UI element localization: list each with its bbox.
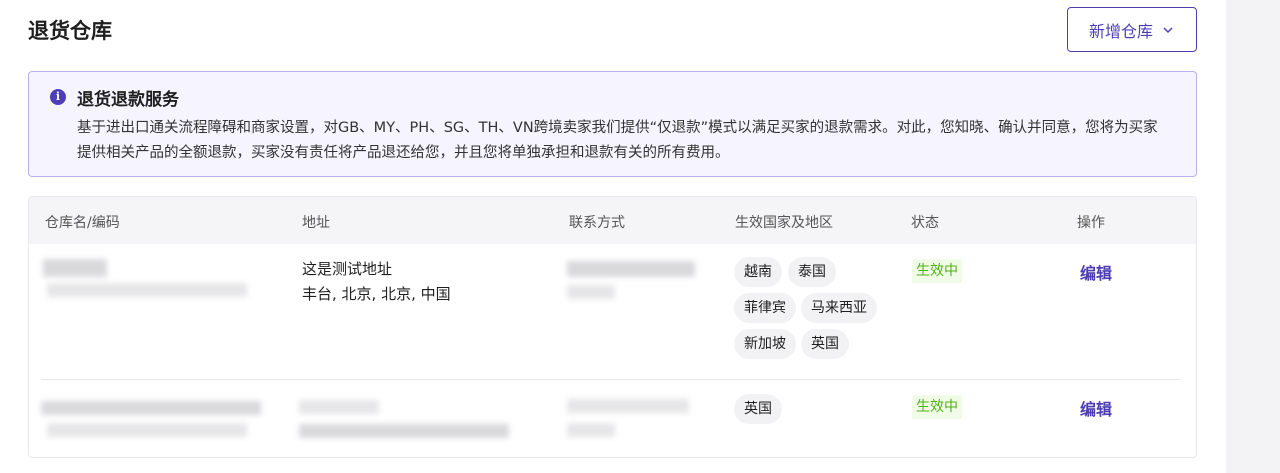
edit-link[interactable]: 编辑 — [1080, 396, 1112, 420]
redacted-contact — [567, 399, 689, 413]
redacted-warehouse-code — [47, 423, 247, 437]
redacted-warehouse-name — [41, 401, 261, 415]
region-tag: 英国 — [734, 394, 782, 424]
column-header-address: 地址 — [302, 215, 330, 231]
redacted-contact — [567, 285, 615, 299]
chevron-down-icon — [1163, 26, 1173, 33]
warehouse-table: 仓库名/编码 地址 联系方式 生效国家及地区 状态 操作 这是测试地址 丰台, … — [28, 196, 1197, 458]
row-divider — [41, 379, 1181, 380]
refund-notice-banner: i 退货退款服务 基于进出口通关流程障碍和商家设置，对GB、MY、PH、SG、T… — [28, 71, 1197, 177]
address-line: 丰台, 北京, 北京, 中国 — [302, 285, 451, 303]
return-warehouse-page: 退货仓库 新增仓库 i 退货退款服务 基于进出口通关流程障碍和商家设置，对GB、… — [0, 0, 1226, 473]
page-scroll-gutter — [1226, 0, 1280, 473]
add-warehouse-button[interactable]: 新增仓库 — [1067, 7, 1197, 52]
edit-link[interactable]: 编辑 — [1080, 260, 1112, 284]
column-header-warehouse: 仓库名/编码 — [45, 215, 120, 231]
column-header-contact: 联系方式 — [569, 215, 625, 231]
region-tag: 越南 — [734, 257, 782, 287]
info-icon: i — [50, 89, 66, 105]
region-tag: 菲律宾 — [734, 293, 796, 323]
address-line: 这是测试地址 — [302, 260, 393, 278]
redacted-address — [299, 424, 509, 438]
redacted-warehouse-code — [47, 283, 247, 297]
address-cell: 这是测试地址 丰台, 北京, 北京, 中国 — [302, 257, 451, 307]
region-tag: 新加坡 — [734, 329, 796, 359]
region-tag: 英国 — [801, 329, 849, 359]
notice-title: 退货退款服务 — [77, 90, 179, 110]
table-header: 仓库名/编码 地址 联系方式 生效国家及地区 状态 操作 — [29, 197, 1196, 244]
column-header-regions: 生效国家及地区 — [735, 215, 833, 231]
column-header-actions: 操作 — [1077, 215, 1105, 231]
notice-body: 基于进出口通关流程障碍和商家设置，对GB、MY、PH、SG、TH、VN跨境卖家我… — [77, 120, 1158, 161]
status-badge: 生效中 — [912, 395, 962, 419]
redacted-address — [299, 400, 379, 414]
redacted-contact — [567, 261, 695, 277]
region-tag: 泰国 — [788, 257, 836, 287]
add-warehouse-label: 新增仓库 — [1088, 21, 1153, 41]
column-header-status: 状态 — [911, 215, 939, 231]
page-title: 退货仓库 — [28, 19, 112, 43]
redacted-warehouse-name — [43, 259, 107, 277]
redacted-contact — [567, 423, 615, 437]
region-tag: 马来西亚 — [801, 293, 877, 323]
status-badge: 生效中 — [912, 259, 962, 283]
